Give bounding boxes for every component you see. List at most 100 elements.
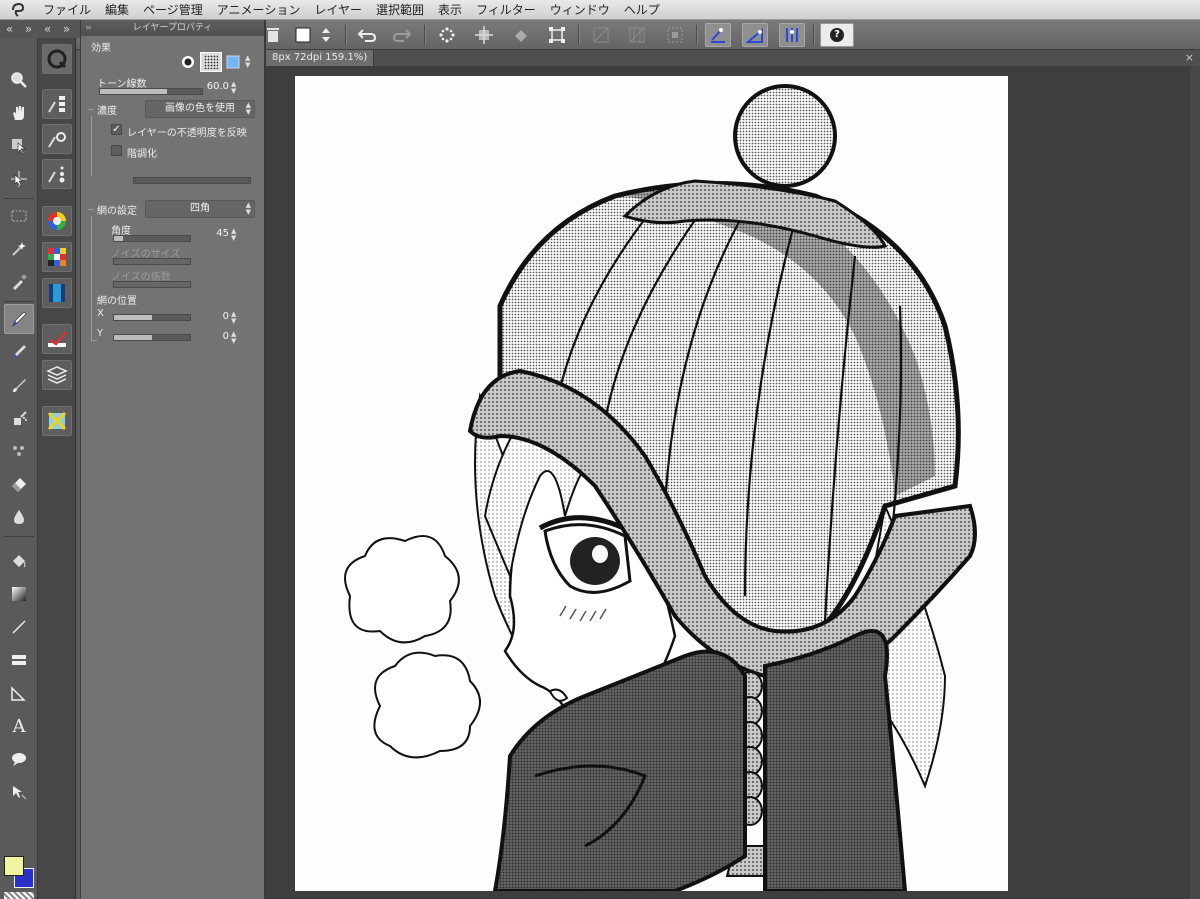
panel-grip-icon[interactable]: ≡ [85, 20, 92, 36]
menu-edit[interactable]: 編集 [98, 0, 136, 20]
correct-line-tool-icon[interactable] [4, 777, 34, 807]
help-button[interactable]: ? [820, 23, 854, 47]
layer-property-icon[interactable] [42, 324, 72, 354]
layer-icon[interactable] [42, 360, 72, 390]
close-document-icon[interactable]: × [1185, 51, 1194, 64]
document-tab[interactable]: 8px 72dpi 159.1%) [266, 50, 375, 66]
tone-lines-spinner[interactable]: ▲ ▼ [231, 81, 236, 95]
ruler-disabled-icon[interactable] [588, 23, 614, 47]
menu-view[interactable]: 表示 [431, 0, 469, 20]
line-tool-icon[interactable] [4, 612, 34, 642]
angle-slider[interactable] [113, 235, 191, 242]
menu-bar: ファイル 編集 ページ管理 アニメーション レイヤー 選択範囲 表示 フィルター… [0, 0, 1200, 20]
menu-page-management[interactable]: ページ管理 [136, 0, 210, 20]
color-wheel-icon[interactable] [42, 206, 72, 236]
hand-tool-icon[interactable] [4, 98, 34, 128]
menu-window[interactable]: ウィンドウ [543, 0, 617, 20]
zoom-tool-icon[interactable] [4, 65, 34, 95]
redo-icon[interactable] [389, 23, 415, 47]
clear-layer-icon[interactable] [290, 23, 316, 47]
eraser-tool-icon[interactable] [4, 469, 34, 499]
sub-tool-detail-icon[interactable] [42, 89, 72, 119]
expand-right-icon[interactable]: » [57, 20, 76, 38]
scale-selection-icon[interactable] [544, 23, 570, 47]
pen-tool-icon[interactable] [4, 304, 34, 334]
panel-collapse-strip: « » « » [0, 20, 80, 38]
menu-help[interactable]: ヘルプ [617, 0, 667, 20]
color-history-icon[interactable] [42, 278, 72, 308]
tone-lines-value[interactable]: 60.0 [201, 81, 229, 92]
angle-spinner[interactable]: ▲ ▼ [231, 228, 236, 242]
collapse-left-icon[interactable]: « [0, 20, 19, 38]
reflect-opacity-checkbox[interactable]: ✓ [111, 124, 122, 135]
vertical-scrollbar[interactable] [1190, 66, 1200, 899]
brush-tool-icon[interactable] [4, 370, 34, 400]
menu-animation[interactable]: アニメーション [210, 0, 308, 20]
auto-select-tool-icon[interactable] [4, 234, 34, 264]
snap-to-grid-icon[interactable] [779, 23, 805, 47]
selection-tool-icon[interactable] [4, 201, 34, 231]
stepper-arrows-icon[interactable] [318, 23, 334, 47]
expand-icon[interactable]: « [38, 20, 57, 38]
fill-icon[interactable] [508, 23, 534, 47]
halftone-select[interactable]: 四角 ▲ ▼ [145, 200, 255, 218]
x-position-value[interactable]: 0 [201, 311, 229, 322]
grid-disabled-icon[interactable] [624, 23, 650, 47]
operation-tool-icon[interactable] [4, 131, 34, 161]
color-set-icon[interactable] [42, 242, 72, 272]
eyedropper-tool-icon[interactable] [4, 267, 34, 297]
posterize-label: 階調化 [127, 149, 157, 160]
checkmark-icon: ✓ [112, 124, 121, 135]
tone-lines-slider[interactable] [99, 88, 203, 95]
menu-selection[interactable]: 選択範囲 [369, 0, 431, 20]
x-label: X [97, 308, 104, 319]
app-logo-icon[interactable] [0, 0, 36, 20]
layer-color-button[interactable] [224, 53, 242, 71]
x-position-slider[interactable] [113, 314, 191, 321]
collapse-right-icon[interactable]: » [19, 20, 38, 38]
border-effect-button[interactable] [179, 53, 197, 71]
tone-effect-button[interactable] [200, 52, 222, 72]
menu-file[interactable]: ファイル [36, 0, 98, 20]
halftone-position-label: 網の位置 [97, 296, 137, 307]
move-layer-tool-icon[interactable] [4, 164, 34, 194]
help-icon: ? [830, 28, 844, 42]
decoration-tool-icon[interactable] [4, 436, 34, 466]
navigator-icon[interactable] [42, 406, 72, 436]
brush-size-icon[interactable] [42, 159, 72, 189]
canvas-area[interactable]: 8px 72dpi 159.1%) × [266, 50, 1200, 899]
y-position-spinner[interactable]: ▲ ▼ [231, 331, 236, 345]
effect-scroll-icon[interactable]: ▲ ▼ [245, 55, 250, 69]
transform-icon[interactable] [471, 23, 497, 47]
undo-icon[interactable] [354, 23, 380, 47]
posterize-slider[interactable] [133, 177, 251, 184]
density-select[interactable]: 画像の色を使用 ▲ ▼ [145, 100, 255, 118]
pencil-tool-icon[interactable] [4, 337, 34, 367]
menu-layer[interactable]: レイヤー [307, 0, 369, 20]
transparent-color-swatch[interactable] [4, 892, 34, 899]
snap-to-ruler-icon[interactable] [705, 23, 731, 47]
angle-value[interactable]: 45 [201, 228, 229, 239]
snap-to-special-ruler-icon[interactable] [742, 23, 768, 47]
text-tool-icon[interactable]: A [4, 711, 34, 741]
panel-header[interactable]: ≡ レイヤープロパティ [81, 20, 264, 36]
y-position-slider[interactable] [113, 334, 191, 341]
menu-filter[interactable]: フィルター [469, 0, 543, 20]
posterize-checkbox[interactable] [111, 145, 122, 156]
gradient-tool-icon[interactable] [4, 579, 34, 609]
balloon-tool-icon[interactable] [4, 744, 34, 774]
frame-border-tool-icon[interactable] [4, 645, 34, 675]
manga-canvas[interactable] [295, 76, 1008, 891]
quick-access-icon[interactable] [42, 44, 72, 74]
fill-tool-icon[interactable] [4, 546, 34, 576]
ruler-tool-icon[interactable] [4, 678, 34, 708]
main-color-swatch[interactable] [4, 856, 24, 876]
airbrush-tool-icon[interactable] [4, 403, 34, 433]
reflect-opacity-label: レイヤーの不透明度を反映 [127, 128, 247, 139]
tool-property-icon[interactable] [42, 124, 72, 154]
y-position-value[interactable]: 0 [201, 331, 229, 342]
blend-tool-icon[interactable] [4, 502, 34, 532]
frame-icon[interactable] [662, 23, 688, 47]
snap-icon[interactable] [434, 23, 460, 47]
x-position-spinner[interactable]: ▲ ▼ [231, 311, 236, 325]
